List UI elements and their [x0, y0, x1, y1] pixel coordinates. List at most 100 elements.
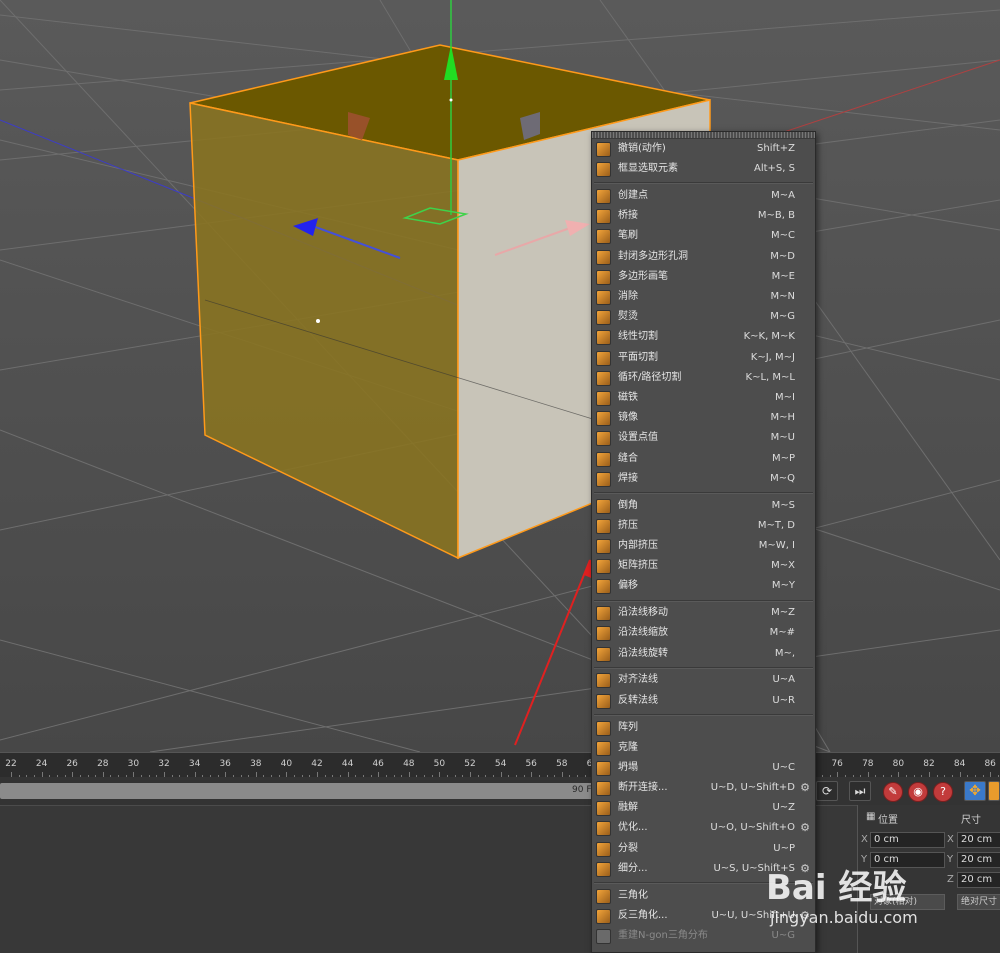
frame-selection-icon	[596, 162, 611, 178]
menu-item-dissolve[interactable]: 消除 M~N	[592, 287, 815, 307]
menu-item-extrude[interactable]: 挤压 M~T, D	[592, 516, 815, 536]
timeline-tick-label: 42	[311, 759, 323, 769]
menu-item-label: 创建点	[618, 190, 648, 202]
menu-item-label: 细分...	[618, 862, 648, 874]
menu-item-collapse[interactable]: 坍塌 U~C	[592, 758, 815, 778]
menu-item-label: 消除	[618, 291, 638, 302]
menu-item-shortcut: M~X	[771, 560, 795, 572]
menu-item-create-point[interactable]: 创建点 M~A	[592, 186, 815, 206]
menu-item-array[interactable]: 阵列	[592, 718, 815, 738]
menu-item-split[interactable]: 分裂 U~P	[592, 839, 815, 859]
menu-item-matrix-extrude[interactable]: 矩阵挤压 M~X	[592, 556, 815, 576]
menu-item-label: 封闭多边形孔洞	[618, 250, 688, 262]
menu-item-mirror[interactable]: 镜像 M~H	[592, 408, 815, 428]
menu-item-brush[interactable]: 笔刷 M~C	[592, 226, 815, 246]
menu-item-normal-scale[interactable]: 沿法线缩放 M~#	[592, 623, 815, 643]
size-x-field[interactable]: 20 cm	[957, 832, 1000, 848]
menu-item-magnet[interactable]: 磁铁 M~I	[592, 388, 815, 408]
menu-item-label: 笔刷	[618, 230, 638, 242]
menu-separator	[592, 179, 815, 186]
menu-item-label: 矩阵挤压	[618, 560, 658, 572]
normal-scale-icon	[596, 626, 611, 642]
record-active-button[interactable]: ✎	[883, 782, 903, 802]
menu-item-normal-move[interactable]: 沿法线移动 M~Z	[592, 603, 815, 623]
gear-icon[interactable]: ⚙	[800, 818, 810, 838]
extrude-icon	[596, 518, 611, 534]
menu-item-label: 撤销(动作)	[618, 143, 666, 154]
menu-item-shortcut: M~H	[770, 412, 795, 424]
menu-item-plane-cut[interactable]: 平面切割 K~J, M~J	[592, 348, 815, 368]
frame-range-slider[interactable]: 90 F	[0, 783, 600, 799]
timeline-tick-label: 26	[66, 759, 78, 769]
loop-button[interactable]: ⟳	[816, 781, 838, 801]
menu-item-label: 挤压	[618, 519, 638, 531]
timeline-tick-label: 86	[984, 759, 996, 769]
menu-item-optimize[interactable]: 优化... U~O, U~Shift+O ⚙	[592, 818, 815, 838]
array-icon	[596, 720, 611, 736]
menu-item-normal-rotate[interactable]: 沿法线旋转 M~,	[592, 644, 815, 664]
stitch-icon	[596, 451, 611, 467]
smooth-shift-icon	[596, 579, 611, 595]
menu-item-label: 融解	[618, 802, 638, 814]
menu-item-label: 多边形画笔	[618, 270, 668, 282]
menu-item-polygon-pen[interactable]: 多边形画笔 M~E	[592, 267, 815, 287]
menu-item-line-cut[interactable]: 线性切割 K~K, M~K	[592, 327, 815, 347]
menu-item-label: 设置点值	[618, 432, 658, 444]
timeline-tick-label: 24	[35, 759, 48, 769]
menu-item-shortcut: M~W, I	[758, 539, 795, 551]
menu-item-bridge[interactable]: 桥接 M~B, B	[592, 206, 815, 226]
menu-item-loop-cut[interactable]: 循环/路径切割 K~L, M~L	[592, 368, 815, 388]
menu-item-shortcut: M~Y	[771, 580, 795, 592]
menu-item-stitch[interactable]: 缝合 M~P	[592, 449, 815, 469]
position-x-field[interactable]: 0 cm	[870, 832, 945, 848]
close-hole-icon	[596, 249, 611, 265]
polygon-pen-icon	[596, 269, 611, 285]
menu-item-close-hole[interactable]: 封闭多边形孔洞 M~D	[592, 247, 815, 267]
menu-item-align-normals[interactable]: 对齐法线 U~A	[592, 670, 815, 690]
go-to-end-button[interactable]: ⏭	[849, 781, 871, 801]
scale-tool-button[interactable]	[988, 781, 1000, 801]
autokey-button[interactable]: ◉	[908, 782, 928, 802]
menu-item-reverse-normals[interactable]: 反转法线 U~R	[592, 691, 815, 711]
timeline-ruler[interactable]: 2224262830323436384042444648505254565860…	[0, 752, 1000, 778]
menu-item-disconnect[interactable]: 断开连接... U~D, U~Shift+D ⚙	[592, 778, 815, 798]
menu-item-shortcut: K~J, M~J	[750, 351, 795, 363]
timeline-tick-label: 78	[862, 759, 874, 769]
menu-item-clone[interactable]: 克隆	[592, 738, 815, 758]
timeline-tick-label: 56	[525, 759, 537, 769]
timeline-tick-label: 30	[127, 759, 140, 769]
menu-item-set-point-value[interactable]: 设置点值 M~U	[592, 428, 815, 448]
gear-icon[interactable]: ⚙	[800, 778, 810, 798]
menu-item-undo[interactable]: 撤销(动作) Shift+Z	[592, 139, 815, 159]
move-tool-button[interactable]: ✥	[964, 781, 986, 801]
menu-tear-off-grip[interactable]	[592, 132, 815, 139]
menu-item-weld[interactable]: 焊接 M~Q	[592, 469, 815, 489]
menu-item-shortcut: K~L, M~L	[745, 371, 795, 383]
timeline-tick-label: 38	[250, 759, 262, 769]
menu-item-bevel[interactable]: 倒角 M~S	[592, 496, 815, 516]
menu-item-shortcut: Alt+S, S	[754, 163, 795, 175]
go-to-end-icon: ⏭	[854, 784, 866, 798]
mesh-context-menu: 撤销(动作) Shift+Z 框显选取元素 Alt+S, S 创建点 M~A 桥接 M~B, …	[591, 131, 816, 953]
menu-item-iron[interactable]: 熨烫 M~G	[592, 307, 815, 327]
menu-item-label: 镜像	[618, 412, 638, 424]
menu-item-label: 缝合	[618, 452, 638, 464]
menu-item-frame-selection[interactable]: 框显选取元素 Alt+S, S	[592, 159, 815, 179]
key-help-button[interactable]: ?	[933, 782, 953, 802]
timeline-tick-label: 52	[464, 759, 476, 769]
bridge-icon	[596, 209, 611, 225]
retriangulate-ngons-icon	[596, 929, 611, 945]
menu-item-label: 反三角化...	[618, 909, 668, 921]
frame-bar: 90 F ⟳ ⏭ ✎ ◉ ? ✥	[0, 777, 1000, 805]
align-normals-icon	[596, 673, 611, 689]
melt-icon	[596, 801, 611, 817]
plane-cut-icon	[596, 350, 611, 366]
menu-item-shortcut: M~,	[774, 647, 795, 659]
menu-item-melt[interactable]: 融解 U~Z	[592, 798, 815, 818]
menu-item-shortcut: M~G	[770, 311, 795, 323]
menu-item-extrude-inner[interactable]: 内部挤压 M~W, I	[592, 536, 815, 556]
3d-viewport[interactable]	[0, 0, 1000, 753]
menu-item-label: 框显选取元素	[618, 163, 678, 175]
menu-item-smooth-shift[interactable]: 偏移 M~Y	[592, 576, 815, 596]
menu-item-label: 分裂	[618, 842, 638, 854]
